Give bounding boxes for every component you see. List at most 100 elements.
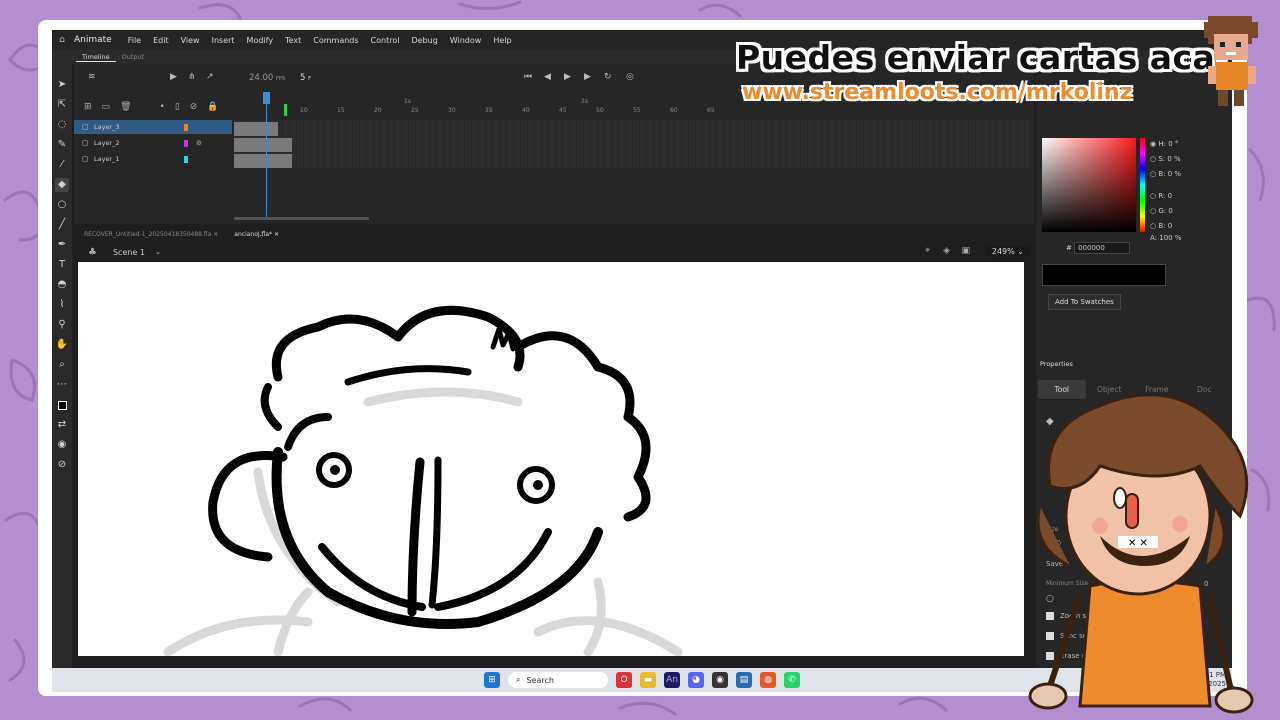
frames-grid[interactable] [234,120,1029,168]
menu-control[interactable]: Control [365,36,406,45]
hidden-eye-icon[interactable]: ⊘ [196,139,202,147]
new-layer-icon[interactable]: ⊞ [84,102,92,116]
obs-icon[interactable]: ◉ [712,672,728,688]
folder-icon[interactable]: ▬ [640,672,656,688]
timeline-scrollbar[interactable] [234,217,369,220]
menu-file[interactable]: File [122,36,147,45]
alpha-row[interactable]: A: 100 % [1150,234,1182,242]
lock-all-icon[interactable]: 🔒 [207,102,218,116]
delete-layer-icon[interactable]: 🗑 [120,102,131,116]
menu-text[interactable]: Text [279,36,307,45]
tab-frame[interactable]: Frame [1133,385,1181,394]
more-tools-icon[interactable]: ⋯ [55,378,69,392]
layer-row-3[interactable]: ▢ Layer_3 [74,120,232,134]
selection-tool-icon[interactable]: ➤ [55,78,69,92]
fps-readout[interactable]: 24.00 FPS [249,73,285,83]
menu-modify[interactable]: Modify [241,36,280,45]
layer-name[interactable]: Layer_2 [94,139,120,147]
windows-start-icon[interactable]: ⊞ [484,672,500,688]
eraser-tool-icon[interactable]: ◆ [55,178,69,192]
zoom-tool-icon[interactable]: ⌕ [55,358,69,372]
layer-color-swatch[interactable] [184,155,188,163]
lasso-tool-icon[interactable]: ◌ [55,118,69,132]
menu-insert[interactable]: Insert [206,36,241,45]
swap-colors-icon[interactable]: ⇄ [55,418,69,432]
new-folder-icon[interactable]: ▭ [102,102,111,116]
object-drawing-icon[interactable]: ◉ [55,438,69,452]
add-to-swatches-button[interactable]: Add To Swatches [1048,294,1121,310]
prev-frame-icon[interactable]: ◀ [544,72,551,82]
menu-view[interactable]: View [175,36,206,45]
play-icon[interactable]: ▶ [564,72,571,82]
saturation-row[interactable]: ○ S: 0 % [1150,155,1181,163]
taskbar-search[interactable]: ⌕ Search [508,672,608,688]
layers-icon[interactable]: ≋ [88,72,96,82]
keyframe-span[interactable] [234,138,292,152]
show-all-icon[interactable]: ⊘ [190,102,198,116]
layer-row-2[interactable]: ▢ Layer_2 ⊘ [74,136,232,150]
discord-icon[interactable]: ◕ [688,672,704,688]
menu-edit[interactable]: Edit [147,36,175,45]
subselection-tool-icon[interactable]: ⇱ [55,98,69,112]
home-icon[interactable]: ⌂ [52,30,72,50]
text-tool-icon[interactable]: T [55,258,69,272]
stroke-fill-swatch-icon[interactable] [55,398,69,412]
keyframe-span[interactable] [234,154,292,168]
next-frame-icon[interactable]: ▶ [584,72,591,82]
menu-debug[interactable]: Debug [405,36,443,45]
scene-label[interactable]: Scene 1 [113,248,145,257]
oval-tool-icon[interactable]: ○ [55,198,69,212]
layer-color-swatch[interactable] [184,123,188,131]
first-frame-icon[interactable]: ⏮ [524,72,532,82]
stage-canvas[interactable] [78,262,1024,656]
fit-icon[interactable]: ▣ [961,246,970,256]
loop-icon[interactable]: ↻ [604,72,612,82]
menu-commands[interactable]: Commands [307,36,364,45]
tab-object[interactable]: Object [1086,385,1134,394]
keyframe-span[interactable] [234,122,278,136]
layer-name[interactable]: Layer_1 [94,155,120,163]
whatsapp-icon[interactable]: ✆ [784,672,800,688]
pin-tool-icon[interactable]: ⚲ [55,318,69,332]
tab-doc[interactable]: Doc [1181,385,1229,394]
clip-icon[interactable]: ◈ [943,246,950,256]
hex-input[interactable]: 000000 [1074,242,1131,254]
chevron-down-icon[interactable]: ⌄ [155,248,161,256]
brush-tool-icon[interactable]: ⁄ [55,158,69,172]
menu-help[interactable]: Help [487,36,517,45]
current-frame[interactable]: 5 F [300,73,311,83]
layer-row-1[interactable]: ▢ Layer_1 [74,152,232,166]
blue-row[interactable]: ○ B: 0 [1150,222,1172,230]
color-field[interactable] [1042,138,1136,232]
chrome-icon[interactable]: ◍ [760,672,776,688]
paint-brush-icon[interactable]: ✎ [55,138,69,152]
hue-slider[interactable] [1140,138,1145,232]
menu-window[interactable]: Window [444,36,488,45]
layer-name[interactable]: Layer_3 [94,123,120,131]
doc-tab-anciano[interactable]: ancianoJ.fla* ✕ [234,231,279,238]
zoom-field[interactable]: 249% ⌄ [985,246,1030,257]
eyedropper-icon[interactable]: ⌇ [55,298,69,312]
hand-tool-icon[interactable]: ✋ [55,338,69,352]
line-tool-icon[interactable]: ╱ [55,218,69,232]
app-icon[interactable]: ▤ [736,672,752,688]
camera-icon[interactable]: ▶ [170,72,177,82]
highlight-icon[interactable]: • [160,102,165,116]
tab-output[interactable]: Output [116,53,151,61]
layer-color-swatch[interactable] [184,139,188,147]
snap-icon[interactable]: ⊘ [55,458,69,472]
graph-icon[interactable]: ↗ [206,72,214,82]
paint-bucket-icon[interactable]: ◓ [55,278,69,292]
animate-app-icon[interactable]: An [664,672,680,688]
brightness-row[interactable]: ○ B: 0 % [1150,170,1181,178]
playhead[interactable] [266,92,267,217]
hue-row[interactable]: ◉ H: 0 ° [1150,140,1178,148]
opera-icon[interactable]: O [616,672,632,688]
outline-icon[interactable]: ▯ [175,102,180,116]
red-row[interactable]: ○ R: 0 [1150,192,1172,200]
tab-timeline[interactable]: Timeline [76,53,116,62]
center-stage-icon[interactable]: ⌖ [925,246,930,256]
pen-tool-icon[interactable]: ✒ [55,238,69,252]
onion-skin-icon[interactable]: ◎ [626,72,634,82]
doc-tab-recover[interactable]: RECOVER_Untitled-1_20250418350488.fla ✕ [84,231,218,238]
